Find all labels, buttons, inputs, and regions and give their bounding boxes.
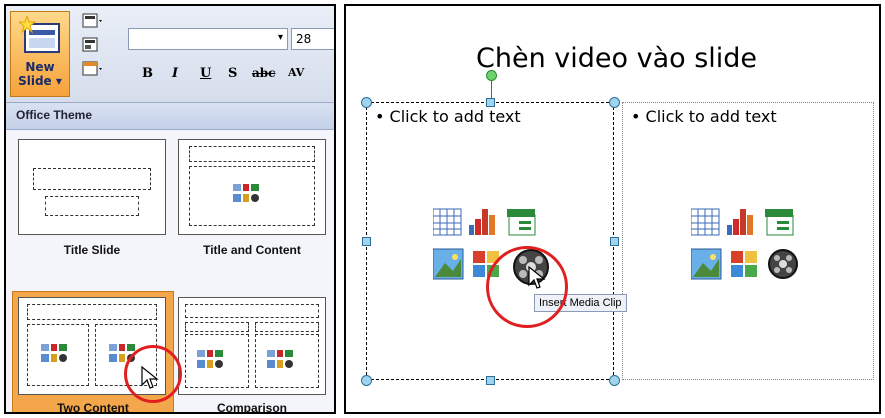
content-icons [233,184,259,202]
layout-two-content-label: Two Content [57,401,129,414]
strikethrough-button[interactable]: abc [252,66,275,80]
content-placeholder-right[interactable]: • Click to add text [622,102,874,380]
new-slide-button[interactable]: New Slide ▾ [10,11,70,97]
font-name-input[interactable]: ▾ [128,28,288,50]
layout-title-slide-label: Title Slide [63,243,121,257]
reset-icon[interactable] [82,36,104,54]
gallery-header: Office Theme [6,103,334,130]
highlight-circle [124,345,182,403]
font-size-input[interactable]: 28 [291,28,334,50]
layout-title-and-content-label: Title and Content [203,243,301,257]
italic-button[interactable]: I [172,66,178,81]
ribbon-toolbar: New Slide ▾ ▾ 28 B I U S abc AV [6,6,334,102]
insert-picture-icon [433,248,464,280]
resize-handle-top-right[interactable] [609,97,620,108]
new-slide-icon [19,16,60,53]
resize-handle-top[interactable] [486,98,495,107]
highlight-circle [486,246,568,328]
slide-canvas: Chèn video vào slide • Click to add text [344,4,881,414]
font-dropdown-arrow-icon[interactable]: ▾ [278,32,283,43]
dropdown-arrow-icon: ▾ [51,74,62,88]
ribbon-panel: New Slide ▾ ▾ 28 B I U S abc AV Office T… [4,4,336,414]
bold-button[interactable]: B [142,66,153,81]
layout-title-and-content[interactable] [178,139,326,235]
placeholder-text-right[interactable]: Click to add text [646,107,777,126]
slide-title[interactable]: Chèn video vào slide [476,43,757,74]
content-icons-right [267,350,293,368]
content-icons-left [41,344,67,362]
insert-picture-icon [691,248,722,280]
layout-title-slide[interactable] [18,139,166,235]
bullet: • [631,107,641,126]
delete-slide-icon[interactable] [82,60,104,78]
content-icons-left [197,350,223,368]
resize-handle-top-left[interactable] [361,97,372,108]
resize-handle-bottom-left[interactable] [361,375,372,386]
new-slide-label-2: Slide [18,74,52,88]
new-slide-label: New [25,60,55,74]
character-spacing-button[interactable]: AV [288,66,304,79]
insert-chart-icon [727,209,753,235]
rotate-handle[interactable] [486,70,497,81]
bullet: • [375,107,385,126]
insert-table-icon [433,208,462,236]
layout-gallery: Office Theme Title Slide Title and Conte… [6,102,334,414]
gallery-header-label: Office Theme [16,108,93,122]
insert-smartart-icon [765,209,794,236]
layout-comparison-label: Comparison [216,401,287,414]
insert-table-icon [691,208,720,236]
resize-handle-left[interactable] [362,237,371,246]
resize-handle-bottom[interactable] [486,376,495,385]
insert-media-clip-icon [768,249,798,279]
insert-clip-art-icon [731,251,757,277]
resize-handle-right[interactable] [610,237,619,246]
layout-comparison[interactable] [178,297,326,395]
placeholder-text-left[interactable]: Click to add text [390,107,521,126]
resize-handle-bottom-right[interactable] [609,375,620,386]
underline-button[interactable]: U [200,66,211,81]
insert-smartart-icon [507,209,536,236]
content-placeholder-left[interactable]: • Click to add text [366,102,614,380]
layout-icon[interactable] [82,12,104,30]
insert-content-icons-right [691,208,798,280]
shadow-button[interactable]: S [228,66,237,81]
insert-chart-icon [469,209,495,235]
